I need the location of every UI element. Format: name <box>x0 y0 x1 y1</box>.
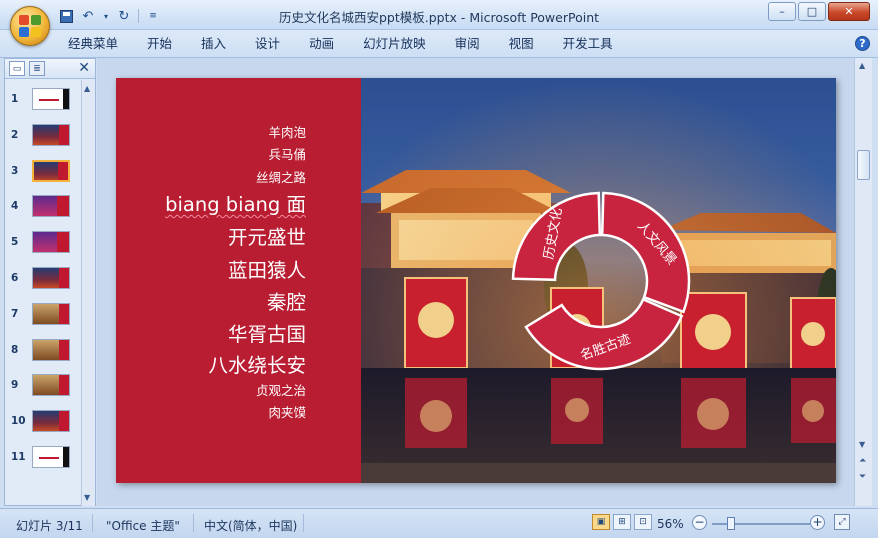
thumbnail-image <box>32 338 70 361</box>
slide-counter: 幻灯片 3/11 <box>16 519 83 533</box>
slide-thumbnail[interactable]: 11 <box>5 446 81 470</box>
slide-list-item: biang biang 面 <box>165 193 306 216</box>
thumbnail-image <box>32 446 70 468</box>
slide-thumbnail[interactable]: 2 <box>5 123 81 148</box>
zoom-in-icon[interactable]: + <box>810 515 825 530</box>
thumbnail-number: 6 <box>11 272 19 284</box>
thumbnail-number: 3 <box>11 164 19 177</box>
pane-close-icon[interactable]: ✕ <box>78 60 90 76</box>
maximize-button[interactable]: □ <box>798 2 826 21</box>
menu-item-0[interactable]: 经典菜单 <box>68 35 118 53</box>
scroll-down-icon[interactable]: ▼ <box>859 440 865 449</box>
tab-slides-icon[interactable]: ▭ <box>9 61 25 76</box>
slide-list-item: 蓝田猿人 <box>227 259 306 282</box>
view-buttons: ▣ ⊞ ⊡ <box>592 514 652 530</box>
slide-scrollbar[interactable]: ▲ ▼ ⏶ ⏷ <box>854 58 872 506</box>
thumbnail-image <box>32 159 70 182</box>
menu-item-1[interactable]: 开始 <box>147 35 172 53</box>
slides-pane: ▭ ≣ ✕ 1 2 3 4 5 6 7 8 9 10 11 ▲ ▼ <box>4 58 96 506</box>
slide-thumbnail[interactable]: 9 <box>5 374 81 398</box>
thumbnail-image <box>32 231 70 254</box>
thumbnail-number: 9 <box>11 379 19 392</box>
window-title: 历史文化名城西安ppt模板.pptx - Microsoft PowerPoin… <box>278 10 600 25</box>
slide-photo: 历史文化 人文风景 名胜古迹 <box>361 78 836 483</box>
slide-thumbnail[interactable]: 3 <box>5 159 81 184</box>
previous-slide-icon[interactable]: ⏶ <box>859 456 866 466</box>
slide-list-item: 八水绕长安 <box>208 354 306 377</box>
thumbnail-image <box>32 267 70 289</box>
help-icon[interactable]: ? <box>855 36 870 51</box>
thumbnail-number: 8 <box>11 343 19 356</box>
slide-editing-area: 羊肉泡兵马俑丝绸之路 biang biang 面开元盛世蓝田猿人秦腔华胥古国八水绕… <box>97 58 854 506</box>
slide-list-item: 肉夹馍 <box>268 405 306 420</box>
thumbnail-image <box>32 374 70 397</box>
slide-list-item: 兵马俑 <box>268 147 306 162</box>
title-bar: ↶ ▾ ↻ ≡ 历史文化名城西安ppt模板.pptx - Microsoft P… <box>0 0 878 30</box>
language-indicator[interactable]: 中文(简体，中国) <box>204 517 297 534</box>
zoom-out-icon[interactable]: − <box>692 515 707 530</box>
minimize-button[interactable]: – <box>768 2 796 21</box>
thumbnail-image <box>32 410 70 433</box>
scroll-up-icon[interactable]: ▲ <box>859 61 865 70</box>
thumbnail-number: 5 <box>11 236 19 249</box>
zoom-level[interactable]: 56% <box>657 517 684 531</box>
thumbnail-number: 2 <box>11 128 19 141</box>
pane-tabs: ▭ ≣ ✕ <box>5 59 95 79</box>
slide-thumbnail[interactable]: 8 <box>5 338 81 363</box>
menu-bar: 经典菜单 开始 插入 设计 动画 幻灯片放映 审阅 视图 开发工具 ? <box>0 30 878 58</box>
office-logo-icon <box>19 15 41 37</box>
menu-item-5[interactable]: 幻灯片放映 <box>363 35 426 53</box>
menu-items: 经典菜单 开始 插入 设计 动画 幻灯片放映 审阅 视图 开发工具 <box>68 35 642 53</box>
menu-item-7[interactable]: 视图 <box>509 35 534 53</box>
slide-list-item: 丝绸之路 <box>255 170 306 185</box>
office-button[interactable] <box>10 6 50 46</box>
thumbnail-number: 11 <box>11 451 26 463</box>
scroll-up-icon[interactable]: ▲ <box>84 84 90 93</box>
window-controls: – □ ✕ <box>768 2 870 21</box>
menu-item-6[interactable]: 审阅 <box>455 35 480 53</box>
slide-list-item: 华胥古国 <box>227 323 306 346</box>
slide-thumbnail[interactable]: 6 <box>5 267 81 291</box>
slide-thumbnail[interactable]: 7 <box>5 302 81 327</box>
category-ring: 历史文化 人文风景名胜古迹 <box>511 191 691 371</box>
close-button[interactable]: ✕ <box>828 2 870 21</box>
thumbnail-image <box>32 302 70 325</box>
slide-list-item: 贞观之治 <box>255 383 306 398</box>
slide-list-item: 开元盛世 <box>227 226 306 249</box>
thumbnail-number: 7 <box>11 307 19 320</box>
next-slide-icon[interactable]: ⏷ <box>859 472 866 482</box>
menu-item-4[interactable]: 动画 <box>309 35 334 53</box>
thumbnail-image <box>32 195 70 218</box>
ring-segment[interactable] <box>600 191 691 314</box>
slide-thumbnail[interactable]: 10 <box>5 410 81 434</box>
slide-thumbnail[interactable]: 4 <box>5 195 81 219</box>
slide-list-item: 秦腔 <box>266 291 306 314</box>
scroll-down-icon[interactable]: ▼ <box>84 493 90 502</box>
menu-item-3[interactable]: 设计 <box>255 35 280 53</box>
menu-item-8[interactable]: 开发工具 <box>563 35 613 53</box>
thumbnail-scrollbar[interactable]: ▲ ▼ <box>81 80 95 506</box>
slide-sorter-icon[interactable]: ⊞ <box>613 514 631 530</box>
thumbnail-image <box>32 123 70 146</box>
normal-view-icon[interactable]: ▣ <box>592 514 610 530</box>
ring-segment[interactable] <box>524 297 684 371</box>
current-slide[interactable]: 羊肉泡兵马俑丝绸之路 biang biang 面开元盛世蓝田猿人秦腔华胥古国八水绕… <box>116 78 836 483</box>
slide-list-item: 羊肉泡 <box>268 125 306 140</box>
slideshow-icon[interactable]: ⊡ <box>634 514 652 530</box>
theme-name: "Office 主题" <box>106 519 180 533</box>
tab-outline-icon[interactable]: ≣ <box>29 61 45 76</box>
menu-item-2[interactable]: 插入 <box>201 35 226 53</box>
zoom-slider-handle[interactable] <box>726 517 735 530</box>
fit-to-window-icon[interactable]: ⤢ <box>834 514 850 530</box>
status-bar: 幻灯片 3/11 "Office 主题" 中文(简体，中国) ▣ ⊞ ⊡ 56%… <box>0 508 878 538</box>
scroll-thumb[interactable] <box>857 150 870 180</box>
thumbnail-number: 4 <box>11 200 19 213</box>
thumbnail-image <box>32 88 70 110</box>
slide-red-panel: 羊肉泡兵马俑丝绸之路 biang biang 面开元盛世蓝田猿人秦腔华胥古国八水绕… <box>116 78 361 483</box>
slide-thumbnail[interactable]: 5 <box>5 231 81 255</box>
thumbnail-number: 1 <box>11 93 19 105</box>
slide-thumbnail[interactable]: 1 <box>5 88 81 112</box>
thumbnail-number: 10 <box>11 415 26 428</box>
